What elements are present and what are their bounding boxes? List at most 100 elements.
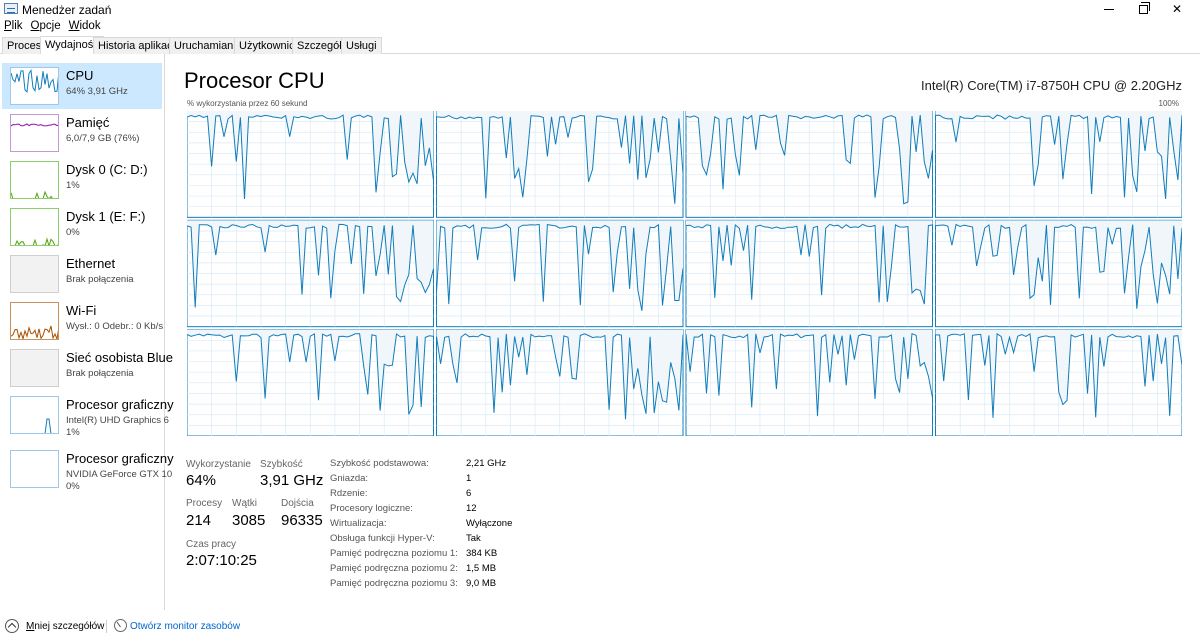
window-title: Menedżer zadań — [22, 3, 112, 17]
speed-label: Szybkość — [260, 459, 303, 470]
task-manager-icon — [4, 3, 18, 14]
core-graph — [685, 219, 933, 328]
minimize-icon — [1104, 8, 1114, 10]
spec-label: Pamięć podręczna poziomu 1: — [330, 548, 458, 559]
mini-graph-line — [11, 190, 53, 198]
sidebar-item-detail: 6,0/7,9 GB (76%) — [66, 133, 140, 144]
spec-value: 2,21 GHz — [466, 458, 507, 469]
menu-file[interactable]: Plik — [0, 18, 27, 36]
spec-value: 1 — [466, 473, 472, 484]
sidebar-item-detail: 64% 3,91 GHz — [66, 86, 128, 97]
core-graph — [436, 219, 684, 328]
sidebar-item-label: Dysk 1 (E: F:) — [66, 209, 146, 224]
spec-value: 1,5 MB — [466, 563, 497, 574]
sidebar-item-detail: Brak połączenia — [66, 368, 134, 379]
core-graph — [685, 111, 933, 218]
sidebar-item-wifi[interactable]: Wi-Fi Wysł.: 0 Odebr.: 0 Kb/s — [2, 298, 164, 344]
processes-value: 214 — [186, 512, 212, 529]
sidebar-item-cpu[interactable]: CPU 64% 3,91 GHz — [2, 63, 162, 109]
speed-value: 3,91 GHz — [260, 472, 324, 489]
page-title: Procesor CPU — [184, 68, 325, 93]
sidebar-item-detail: NVIDIA GeForce GTX 10 — [66, 469, 173, 480]
graph-max-label: 100% — [1158, 99, 1179, 108]
menu-view[interactable]: Widok — [65, 18, 105, 36]
processes-label: Procesy — [186, 498, 223, 509]
handles-value: 96335 — [281, 512, 323, 529]
core-graph — [935, 111, 1182, 218]
tab-services[interactable]: Usługi — [341, 37, 382, 54]
sidebar-item-detail: Wysł.: 0 Odebr.: 0 Kb/s — [66, 321, 164, 332]
restore-icon — [1138, 1, 1150, 14]
core-graph — [935, 219, 1182, 328]
spec-label: Pamięć podręczna poziomu 2: — [330, 563, 458, 574]
spec-label: Gniazda: — [330, 473, 369, 484]
spec-label: Pamięć podręczna poziomu 3: — [330, 578, 458, 589]
cpu-model-name: Intel(R) Core(TM) i7-8750H CPU @ 2.20GHz — [921, 78, 1182, 93]
threads-label: Wątki — [232, 498, 257, 509]
performance-sidebar: CPU 64% 3,91 GHz Pamięć 6,0/7,9 GB (76%)… — [0, 54, 174, 610]
sidebar-item-detail: 1% — [66, 180, 80, 191]
spec-label: Obsługa funkcji Hyper-V: — [330, 533, 435, 544]
utilization-label: Wykorzystanie — [186, 459, 251, 470]
sidebar-item-disk-0[interactable]: Dysk 0 (C: D:) 1% — [2, 157, 162, 203]
gpu1-mini-graph — [10, 450, 59, 488]
threads-value: 3085 — [232, 512, 266, 529]
core-graph — [436, 111, 684, 218]
core-graph — [187, 219, 434, 328]
mini-graph-line — [11, 68, 58, 93]
core-graph — [685, 329, 933, 436]
core-graph — [187, 111, 434, 218]
disk1-mini-graph — [10, 208, 59, 246]
sidebar-item-label: Ethernet — [66, 256, 116, 271]
sidebar-item-memory[interactable]: Pamięć 6,0/7,9 GB (76%) — [2, 110, 162, 156]
bluetooth-mini-graph — [10, 349, 59, 387]
mini-graph-line — [14, 237, 58, 245]
sidebar-item-ethernet[interactable]: Ethernet Brak połączenia — [2, 251, 162, 297]
sidebar-item-gpu-1[interactable]: Procesor graficzny NVIDIA GeForce GTX 10… — [2, 446, 174, 492]
fewer-details-link[interactable]: Mniej szczegółów — [26, 621, 104, 632]
menu-bar: Plik Opcje Widok — [0, 18, 105, 36]
graph-caption: % wykorzystania przez 60 sekund — [187, 99, 308, 108]
sidebar-item-usage: 1% — [66, 427, 80, 438]
sidebar-item-usage: 0% — [66, 481, 80, 492]
tab-bar: Procesy Wydajność Historia aplikacji Uru… — [0, 36, 1200, 55]
mini-graph-line — [11, 123, 58, 127]
ethernet-mini-graph — [10, 255, 59, 293]
sidebar-item-label: Wi-Fi — [66, 303, 97, 318]
sidebar-item-gpu-0[interactable]: Procesor graficzny Intel(R) UHD Graphics… — [2, 392, 174, 438]
sidebar-item-detail: Brak połączenia — [66, 274, 134, 285]
sidebar-item-label: CPU — [66, 68, 94, 83]
sidebar-item-label: Procesor graficzny — [66, 397, 174, 412]
close-button[interactable]: ✕ — [1154, 0, 1200, 18]
handles-label: Dojścia — [281, 498, 314, 509]
footer-separator — [106, 620, 107, 633]
sidebar-item-label: Procesor graficzny — [66, 451, 174, 466]
spec-label: Szybkość podstawowa: — [330, 458, 429, 469]
spec-value: Tak — [466, 533, 481, 544]
mini-graph-line — [11, 325, 58, 339]
spec-value: 384 KB — [466, 548, 498, 559]
uptime-value: 2:07:10:25 — [186, 552, 257, 569]
menu-options[interactable]: Opcje — [27, 18, 65, 36]
chevron-up-icon[interactable] — [5, 619, 19, 633]
spec-value: 12 — [466, 503, 477, 514]
spec-value: 6 — [466, 488, 472, 499]
spec-value: Wyłączone — [466, 518, 513, 529]
sidebar-item-detail: Intel(R) UHD Graphics 6 — [66, 415, 169, 426]
spec-label: Rdzenie: — [330, 488, 368, 499]
spec-value: 9,0 MB — [466, 578, 497, 589]
spec-label: Wirtualizacja: — [330, 518, 387, 529]
sidebar-item-label: Dysk 0 (C: D:) — [66, 162, 148, 177]
sidebar-item-disk-1[interactable]: Dysk 1 (E: F:) 0% — [2, 204, 162, 250]
close-icon: ✕ — [1171, 2, 1183, 16]
sidebar-item-label: Sieć osobista Blue — [66, 350, 173, 365]
sidebar-item-detail: 0% — [66, 227, 80, 238]
resource-monitor-icon — [114, 619, 127, 632]
wifi-mini-graph — [10, 302, 59, 340]
gpu0-mini-graph — [10, 396, 59, 434]
core-graph — [187, 329, 434, 436]
open-resource-monitor-link[interactable]: Otwórz monitor zasobów — [130, 621, 240, 632]
core-graph — [436, 329, 684, 436]
title-bar: Menedżer zadań ✕ — [0, 0, 1200, 18]
sidebar-item-bluetooth-network[interactable]: Sieć osobista Blue Brak połączenia — [2, 345, 173, 391]
